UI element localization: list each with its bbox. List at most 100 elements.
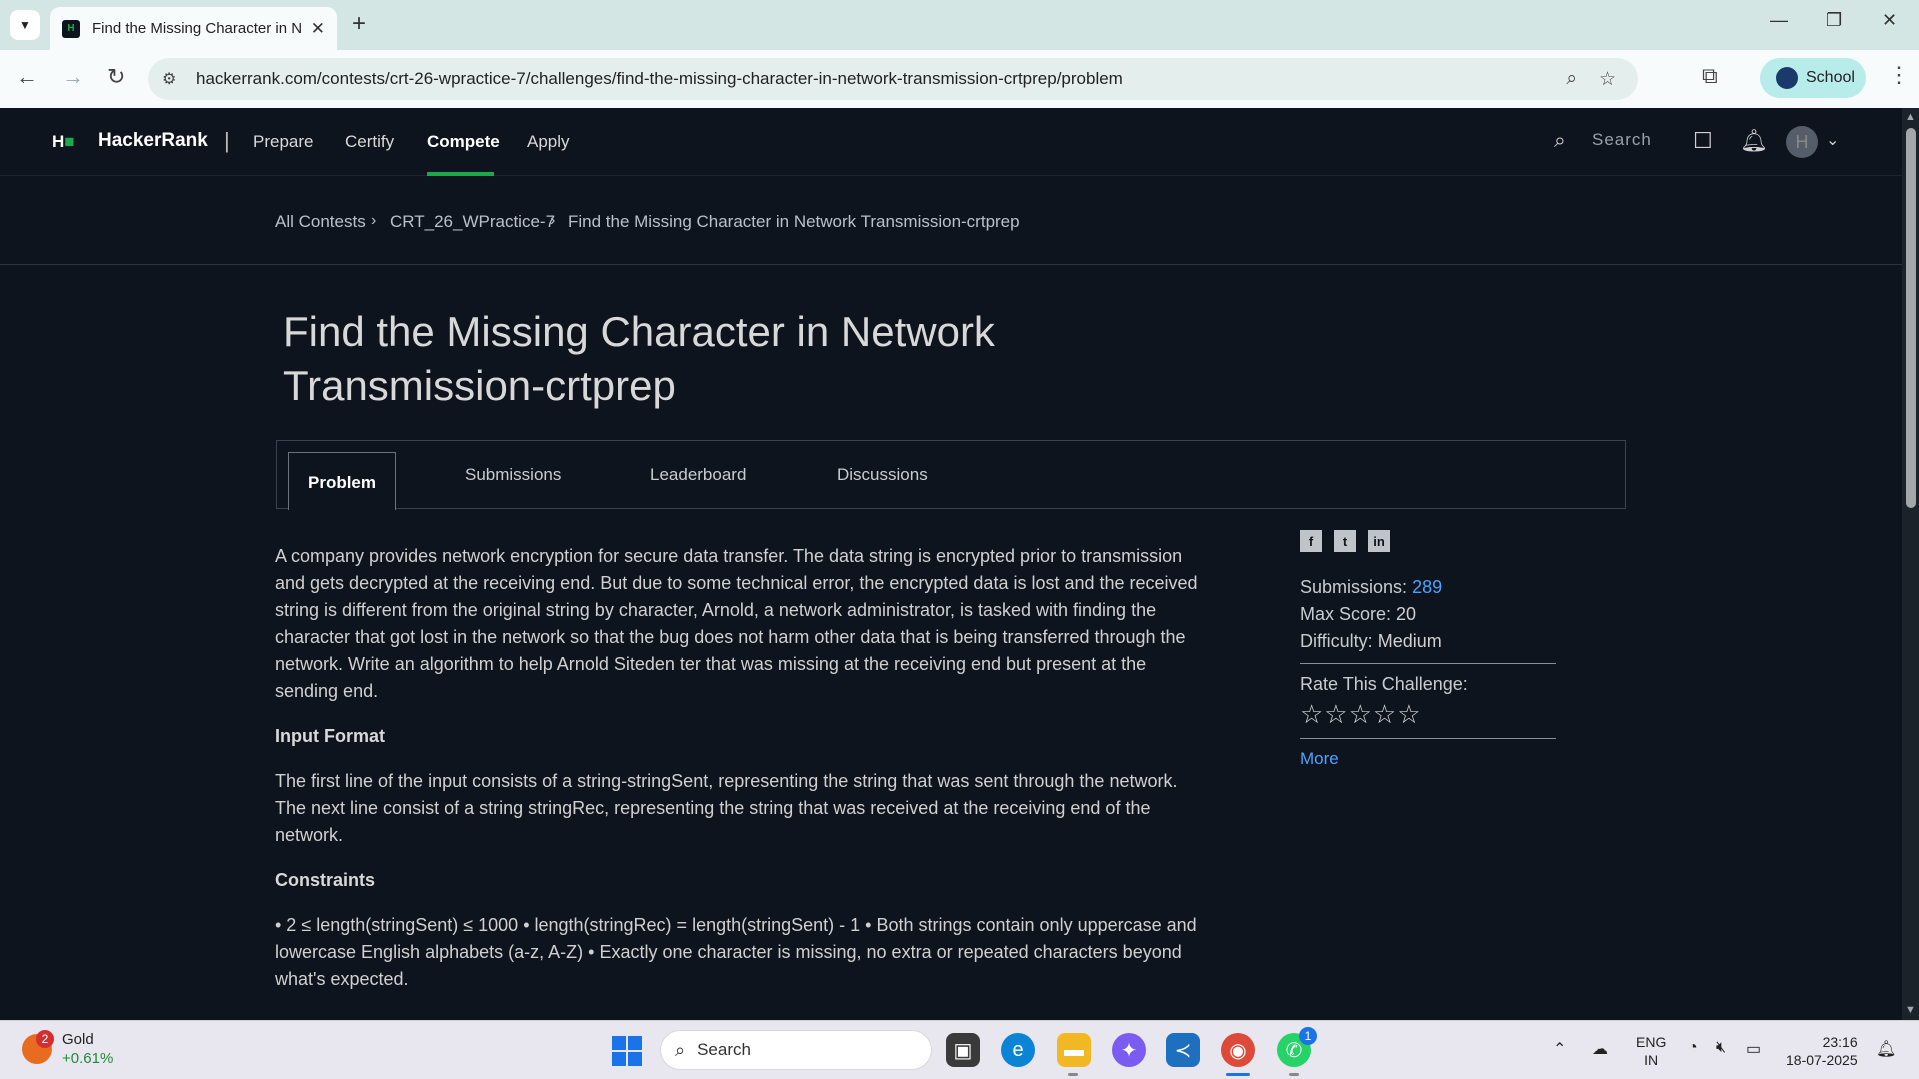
browser-tabstrip: ▼ H Find the Missing Character in N ✕ + … <box>0 0 1919 50</box>
new-tab-button[interactable]: + <box>352 10 366 38</box>
close-window-button[interactable]: ✕ <box>1882 10 1897 31</box>
widget-change: +0.61% <box>62 1050 114 1067</box>
breadcrumb-all-contests[interactable]: All Contests <box>275 212 366 232</box>
social-share: f t in <box>1300 530 1556 552</box>
whatsapp-badge: 1 <box>1299 1027 1317 1045</box>
tab-search-dropdown[interactable]: ▼ <box>10 10 40 40</box>
submissions-count-link[interactable]: 289 <box>1412 577 1442 597</box>
chevron-down-icon[interactable]: ⌄ <box>1826 130 1839 150</box>
input-format-heading: Input Format <box>275 726 385 746</box>
rating-stars[interactable]: ☆☆☆☆☆ <box>1300 699 1556 730</box>
divider <box>1300 738 1556 739</box>
file-explorer-icon[interactable]: ▬ <box>1057 1033 1091 1067</box>
profile-button[interactable]: School <box>1760 58 1866 98</box>
more-link[interactable]: More <box>1300 749 1556 769</box>
nav-apply[interactable]: Apply <box>527 132 570 152</box>
nav-compete[interactable]: Compete <box>427 132 500 152</box>
linkedin-icon[interactable]: in <box>1368 530 1390 552</box>
challenge-tabs: Problem Submissions Leaderboard Discussi… <box>276 440 1626 510</box>
reload-icon[interactable]: ↻ <box>107 64 125 90</box>
tab-leaderboard[interactable]: Leaderboard <box>650 465 746 485</box>
chevron-right-icon: › <box>371 212 377 229</box>
constraints-heading: Constraints <box>275 870 376 890</box>
bookmark-star-icon[interactable]: ☆ <box>1599 68 1616 91</box>
address-bar[interactable]: ⚙ hackerrank.com/contests/crt-26-wpracti… <box>148 58 1638 100</box>
notifications-bell-icon[interactable]: 🔔︎ <box>1740 128 1768 154</box>
forward-arrow-icon[interactable]: → <box>62 64 84 90</box>
copilot-icon[interactable]: ✦ <box>1112 1033 1146 1067</box>
tab-discussions[interactable]: Discussions <box>837 465 928 485</box>
edge-icon[interactable]: e <box>1001 1033 1035 1067</box>
tab-title: Find the Missing Character in N <box>92 20 303 37</box>
challenge-sidebar: f t in Submissions: 289 Max Score: 20 Di… <box>1300 530 1556 769</box>
problem-description: A company provides network encryption fo… <box>275 546 1198 701</box>
tab-submissions[interactable]: Submissions <box>465 465 561 485</box>
language-indicator[interactable]: ENG IN <box>1636 1033 1666 1069</box>
show-hidden-icons-icon[interactable]: ⌃ <box>1553 1039 1566 1059</box>
page-scrollbar[interactable]: ▲ ▼ <box>1902 108 1919 1020</box>
search-icon[interactable]: ⌕ <box>1554 129 1566 153</box>
wifi-icon[interactable]: ◔ <box>1688 1039 1698 1057</box>
difficulty-stat: Difficulty: Medium <box>1300 631 1442 651</box>
site-info-icon[interactable]: ⚙ <box>162 69 184 89</box>
scrollbar-thumb[interactable] <box>1906 128 1916 508</box>
battery-icon[interactable]: ▭ <box>1746 1039 1761 1059</box>
volume-muted-icon[interactable]: 🔇︎ <box>1716 1039 1726 1057</box>
chevron-down-icon: ▼ <box>19 18 31 32</box>
extensions-puzzle-icon[interactable]: ⧉ <box>1702 63 1718 89</box>
brand-name[interactable]: HackerRank <box>98 130 208 152</box>
scroll-down-icon[interactable]: ▼ <box>1905 1004 1916 1016</box>
system-clock[interactable]: 23:16 18-07-2025 <box>1786 1033 1858 1069</box>
profile-label: School <box>1806 69 1855 86</box>
scroll-up-icon[interactable]: ▲ <box>1905 111 1916 123</box>
widget-title: Gold <box>62 1031 94 1048</box>
url-text[interactable]: hackerrank.com/contests/crt-26-wpractice… <box>196 69 1566 89</box>
minimize-window-button[interactable]: — <box>1770 10 1788 31</box>
restore-window-button[interactable]: ❐ <box>1826 10 1842 31</box>
windows-taskbar: 2 Gold +0.61% ⌕ Search ▣ e ▬ ✦ ≺ ◉ ✆ 1 ⌃ ☁ … <box>0 1020 1919 1079</box>
user-avatar[interactable]: H <box>1786 126 1818 158</box>
whatsapp-icon[interactable]: ✆ 1 <box>1277 1027 1317 1067</box>
max-score-stat: Max Score: 20 <box>1300 604 1417 624</box>
taskbar-search[interactable]: ⌕ Search <box>660 1030 932 1070</box>
windows-start-icon[interactable] <box>612 1036 642 1066</box>
problem-statement: A company provides network encryption fo… <box>275 543 1205 1011</box>
vscode-icon[interactable]: ≺ <box>1166 1033 1200 1067</box>
task-view-icon[interactable]: ▣ <box>946 1033 980 1067</box>
hackerrank-favicon: H <box>62 19 80 38</box>
search-icon: ⌕ <box>675 1039 686 1060</box>
browser-menu-icon[interactable]: ⋮ <box>1888 62 1910 88</box>
messages-icon[interactable]: ☐ <box>1693 128 1713 154</box>
active-app-indicator <box>1226 1073 1250 1076</box>
back-arrow-icon[interactable]: ← <box>16 64 38 90</box>
widget-badge: 2 <box>36 1030 54 1048</box>
twitter-icon[interactable]: t <box>1334 530 1356 552</box>
divider <box>1300 663 1556 664</box>
market-icon: 2 <box>22 1030 54 1064</box>
running-indicator <box>1289 1073 1299 1076</box>
breadcrumb-challenge[interactable]: Find the Missing Character in Network Tr… <box>568 212 1020 232</box>
close-tab-icon[interactable]: ✕ <box>311 19 325 39</box>
constraints-text: • 2 ≤ length(stringSent) ≤ 1000 • length… <box>275 915 1197 989</box>
input-format-text: The first line of the input consists of … <box>275 771 1178 845</box>
chevron-right-icon: › <box>550 212 556 229</box>
running-indicator <box>1068 1073 1078 1076</box>
zoom-icon[interactable]: ⌕ <box>1566 68 1577 90</box>
nav-certify[interactable]: Certify <box>345 132 394 152</box>
market-widget[interactable]: 2 Gold +0.61% <box>22 1030 113 1068</box>
rate-label: Rate This Challenge: <box>1300 674 1468 694</box>
site-search-input[interactable]: Search <box>1592 130 1652 150</box>
chrome-icon[interactable]: ◉ <box>1221 1033 1255 1067</box>
tab-problem[interactable]: Problem <box>288 452 396 510</box>
onedrive-cloud-icon[interactable]: ☁ <box>1592 1039 1608 1059</box>
notifications-icon[interactable]: 🔔︎ <box>1876 1039 1896 1059</box>
breadcrumb-contest[interactable]: CRT_26_WPractice-7 <box>390 212 555 232</box>
browser-tab-active[interactable]: H Find the Missing Character in N ✕ <box>50 7 337 50</box>
hackerrank-logo[interactable]: H■ <box>52 132 75 152</box>
nav-separator: | <box>224 128 230 153</box>
browser-toolbar: ← → ↻ ⚙ hackerrank.com/contests/crt-26-w… <box>0 50 1919 108</box>
facebook-icon[interactable]: f <box>1300 530 1322 552</box>
submissions-stat: Submissions: 289 <box>1300 577 1443 597</box>
hackerrank-navbar: H■ HackerRank | Prepare Certify Compete … <box>0 108 1902 176</box>
nav-prepare[interactable]: Prepare <box>253 132 313 152</box>
